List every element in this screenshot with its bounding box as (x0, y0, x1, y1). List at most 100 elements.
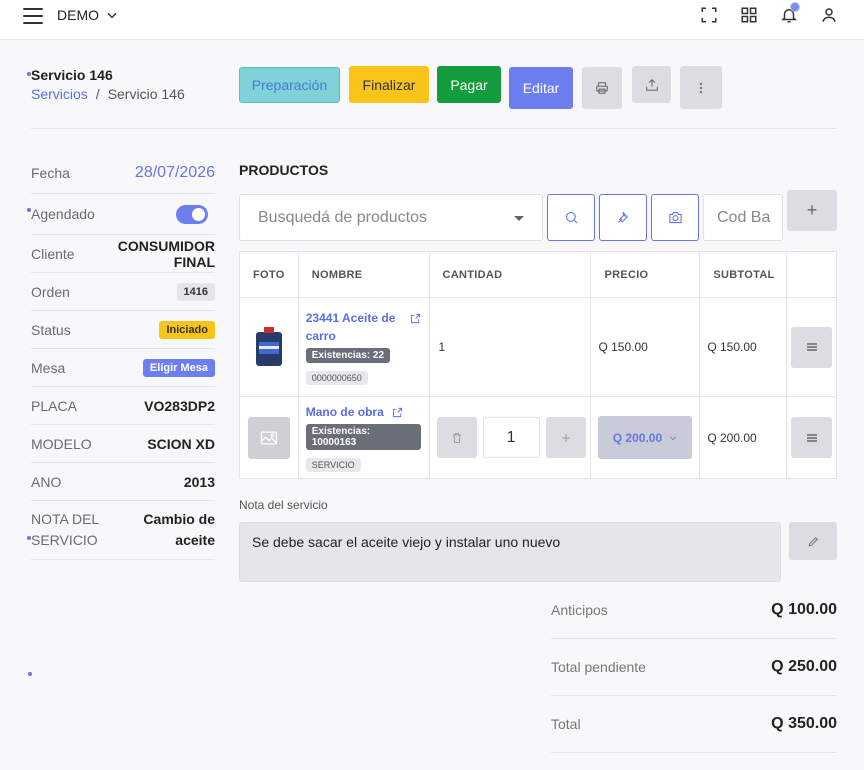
delete-item-button[interactable] (436, 417, 477, 458)
user-icon[interactable] (820, 6, 838, 24)
print-button[interactable] (582, 67, 622, 109)
info-row-agendado: Agendado (31, 194, 215, 235)
finalizar-button[interactable]: Finalizar (349, 66, 429, 103)
kebab-menu-icon (699, 82, 703, 93)
product-search-select[interactable]: Busquedá de productos (239, 194, 543, 241)
col-header-nombre: NOMBRE (297, 251, 430, 298)
quantity-input[interactable] (482, 417, 540, 458)
upload-button[interactable] (632, 66, 671, 103)
tools-button[interactable] (599, 194, 647, 241)
info-row-orden: Orden 1416 (31, 273, 215, 311)
search-button[interactable] (547, 194, 595, 241)
info-row-placa: PLACA VO283DP2 (31, 387, 215, 425)
trash-icon (452, 432, 461, 443)
product-photo-cell (239, 396, 299, 479)
ano-value: 2013 (183, 473, 215, 490)
table-row: 23441 Aceite de carro Existencias: 22 00… (239, 297, 837, 397)
agendado-label: Agendado (31, 206, 95, 222)
product-name-link[interactable]: Mano de obra (306, 403, 384, 421)
product-name-link[interactable]: 23441 Aceite de carro (306, 309, 398, 345)
ano-label: ANO (31, 473, 62, 490)
product-code-badge: SERVICIO (305, 458, 361, 472)
total-pendiente-row: Total pendiente Q 250.00 (551, 639, 837, 696)
orden-label: Orden (31, 283, 70, 300)
increment-quantity-button[interactable] (545, 417, 586, 458)
chevron-down-icon (107, 12, 117, 19)
info-row-mesa: Mesa Elígir Mesa (31, 349, 215, 387)
oil-bottle-image (255, 327, 282, 366)
nota-label: NOTA DEL SERVICIO (31, 511, 99, 548)
col-header-cantidad: CANTIDAD (428, 251, 592, 298)
menu-icon[interactable] (23, 8, 43, 24)
external-link-icon[interactable] (392, 407, 403, 418)
company-selector[interactable]: DEMO (57, 7, 119, 23)
row-menu-button[interactable] (791, 417, 833, 458)
upload-icon (645, 78, 658, 91)
edit-nota-button[interactable] (789, 522, 837, 560)
fullscreen-icon[interactable] (700, 6, 718, 24)
barcode-input[interactable] (703, 194, 783, 241)
placa-label: PLACA (31, 397, 77, 414)
apps-grid-icon[interactable] (740, 6, 758, 24)
breadcrumb-link-servicios[interactable]: Servicios (31, 86, 88, 102)
col-header-subtotal: SUBTOTAL (699, 251, 788, 298)
mesa-label: Mesa (31, 359, 66, 376)
list-icon (806, 343, 817, 351)
subtotal-value: Q 200.00 (699, 396, 788, 479)
external-link-icon[interactable] (410, 313, 421, 324)
row-menu-button[interactable] (791, 326, 833, 368)
preparacion-button[interactable]: Preparación (239, 67, 340, 103)
info-row-cliente: Cliente CONSUMIDOR FINAL (31, 235, 215, 273)
products-table: FOTO NOMBRE CANTIDAD PRECIO SUBTOTAL 234… (239, 251, 837, 479)
agendado-toggle[interactable] (176, 204, 208, 224)
breadcrumb: Servicios / Servicio 146 (31, 86, 185, 102)
total-pendiente-label: Total pendiente (551, 659, 646, 675)
camera-button[interactable] (651, 194, 699, 241)
search-icon (565, 211, 578, 224)
list-icon (806, 433, 817, 442)
cliente-value: CONSUMIDOR FINAL (117, 237, 215, 270)
modelo-value: SCION XD (147, 435, 215, 452)
nota-servicio-label: Nota del servicio (239, 498, 328, 512)
col-header-foto: FOTO (239, 251, 299, 298)
row-actions-cell (786, 297, 837, 397)
modelo-label: MODELO (31, 435, 92, 452)
editar-button[interactable]: Editar (509, 67, 573, 109)
pencil-icon (808, 536, 818, 546)
breadcrumb-separator: / (95, 86, 100, 102)
add-product-button[interactable]: + (787, 190, 837, 231)
total-pendiente-value: Q 250.00 (771, 658, 837, 675)
elegir-mesa-button[interactable]: Elígir Mesa (142, 358, 215, 377)
total-row: Total Q 350.00 (551, 696, 837, 753)
stock-badge: Existencias: 10000163 (305, 424, 421, 450)
fecha-value[interactable]: 28/07/2026 (135, 164, 215, 182)
productos-title: PRODUCTOS (239, 162, 329, 178)
product-search-placeholder: Busquedá de productos (258, 208, 428, 226)
anticipos-row: Anticipos Q 100.00 (551, 582, 837, 639)
info-row-fecha: Fecha 28/07/2026 (31, 152, 215, 194)
fecha-label: Fecha (31, 164, 70, 181)
header-divider (31, 128, 837, 129)
total-label: Total (551, 716, 581, 732)
caret-down-icon (514, 216, 524, 221)
product-name-cell: Mano de obra Existencias: 10000163 SERVI… (297, 396, 430, 479)
table-row: Mano de obra Existencias: 10000163 SERVI… (239, 396, 837, 479)
plus-icon (561, 433, 570, 442)
company-name: DEMO (57, 7, 99, 23)
info-row-ano: ANO 2013 (31, 463, 215, 501)
quantity-cell (428, 396, 592, 479)
pagar-button[interactable]: Pagar (437, 66, 501, 103)
product-code-badge: 0000000650 (305, 371, 368, 385)
price-selector[interactable]: Q 200.00 (598, 416, 693, 459)
total-value: Q 350.00 (771, 715, 837, 732)
row-actions-cell (786, 396, 837, 479)
status-badge: Iniciado (159, 320, 215, 339)
col-header-precio: PRECIO (590, 251, 701, 298)
bell-icon[interactable] (780, 2, 800, 24)
col-header-actions (786, 251, 837, 298)
subtotal-value: Q 150.00 (699, 297, 788, 397)
placa-value: VO283DP2 (144, 397, 215, 414)
more-options-button[interactable] (680, 66, 722, 109)
printer-icon (596, 82, 608, 94)
breadcrumb-current: Servicio 146 (107, 86, 185, 102)
